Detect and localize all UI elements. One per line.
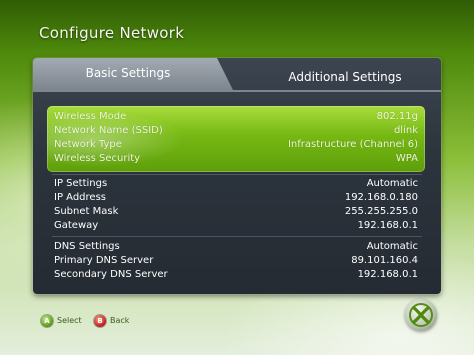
row-label: DNS Settings (54, 241, 120, 252)
primary-dns-row[interactable]: Primary DNS Server 89.101.160.4 (54, 254, 418, 268)
row-label: Primary DNS Server (54, 255, 154, 266)
b-button-icon[interactable]: B (94, 315, 106, 327)
row-label: Wireless Security (54, 153, 141, 164)
row-value: Infrastructure (Channel 6) (287, 139, 418, 150)
ip-address-row[interactable]: IP Address 192.168.0.180 (54, 191, 418, 205)
tab-underline (33, 90, 441, 92)
row-value: 192.168.0.1 (357, 220, 418, 231)
gateway-row[interactable]: Gateway 192.168.0.1 (54, 219, 418, 233)
b-button-glyph: B (97, 317, 103, 325)
dns-settings-row[interactable]: DNS Settings Automatic (54, 240, 418, 254)
row-value: 192.168.0.1 (357, 269, 418, 280)
divider (52, 236, 422, 237)
back-hint: Back (110, 316, 130, 325)
row-value: 192.168.0.180 (344, 192, 418, 203)
wireless-security-row[interactable]: Wireless Security WPA (54, 152, 418, 166)
row-value: dlink (393, 125, 418, 136)
secondary-dns-row[interactable]: Secondary DNS Server 192.168.0.1 (54, 268, 418, 282)
tab-additional-settings[interactable]: Additional Settings (250, 70, 440, 84)
row-value: Automatic (366, 178, 418, 189)
row-label: IP Settings (54, 178, 108, 189)
xbox-logo-icon (405, 299, 437, 331)
tab-basic-settings-label: Basic Settings (85, 66, 171, 80)
select-hint: Select (57, 316, 82, 325)
row-label: Network Type (54, 139, 122, 150)
row-value: 89.101.160.4 (351, 255, 418, 266)
a-button-glyph: A (44, 317, 50, 325)
subnet-mask-row[interactable]: Subnet Mask 255.255.255.0 (54, 205, 418, 219)
row-label: Subnet Mask (54, 206, 119, 217)
row-label: Secondary DNS Server (54, 269, 168, 280)
row-value: 802.11g (376, 111, 418, 122)
row-label: IP Address (54, 192, 106, 203)
row-value: WPA (395, 153, 418, 164)
row-label: Network Name (SSID) (54, 125, 163, 136)
network-name-row[interactable]: Network Name (SSID) dlink (54, 124, 418, 138)
divider (52, 174, 422, 175)
row-value: 255.255.255.0 (344, 206, 418, 217)
page-title: Configure Network (39, 24, 185, 42)
ip-settings-row[interactable]: IP Settings Automatic (54, 177, 418, 191)
a-button-icon[interactable]: A (41, 315, 53, 327)
wireless-mode-row[interactable]: Wireless Mode 802.11g (54, 110, 418, 124)
row-label: Gateway (54, 220, 99, 231)
row-label: Wireless Mode (54, 111, 127, 122)
network-type-row[interactable]: Network Type Infrastructure (Channel 6) (54, 138, 418, 152)
row-value: Automatic (366, 241, 418, 252)
